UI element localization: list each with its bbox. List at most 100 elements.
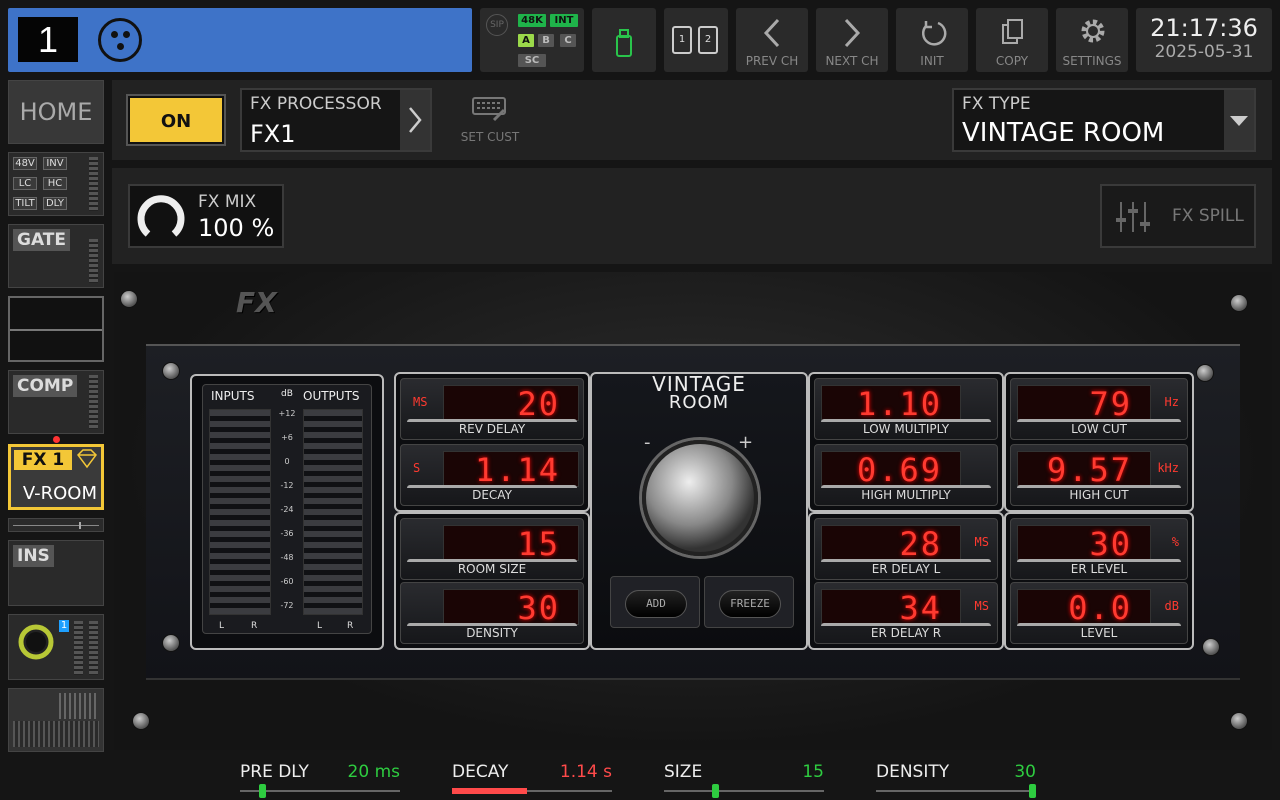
decay-slider-fill	[452, 788, 527, 794]
usb-icon	[616, 29, 632, 57]
low-cut-label: LOW CUT	[1017, 419, 1181, 436]
output-button[interactable]	[8, 688, 104, 752]
init-button[interactable]: INIT	[896, 8, 968, 72]
clock-date: 2025-05-31	[1154, 42, 1254, 62]
er-delay-l-control[interactable]: 28 MS ER DELAY L	[814, 518, 998, 580]
screw-icon	[132, 712, 150, 730]
output-l-label: L	[317, 621, 323, 631]
set-custom-button[interactable]: SET CUST	[456, 92, 524, 150]
knob-minus-label: -	[644, 432, 651, 453]
rev-delay-control[interactable]: 20 MS REV DELAY	[400, 378, 584, 440]
insert-label: INS	[13, 545, 54, 567]
screw-icon	[162, 362, 180, 380]
low-multiply-control[interactable]: 1.10 LOW MULTIPLY	[814, 378, 998, 440]
bus-meter-r	[89, 621, 98, 675]
meter-scale-tick: +12	[278, 409, 296, 418]
screw-icon	[1230, 712, 1248, 730]
eq-button[interactable]	[8, 296, 104, 362]
decay-value: 1.14	[443, 451, 579, 488]
main-knob[interactable]	[642, 440, 758, 556]
insert-button[interactable]: INS	[8, 540, 104, 606]
next-channel-label: NEXT CH	[825, 54, 879, 68]
copy-button[interactable]: COPY	[976, 8, 1048, 72]
density-label: DENSITY	[407, 623, 577, 640]
screw-icon	[162, 634, 180, 652]
send-level-slider[interactable]	[8, 518, 104, 532]
gate-meter	[89, 239, 98, 283]
meter-scale-tick: -72	[280, 601, 294, 610]
delay-tag: DLY	[43, 197, 67, 210]
er-delay-l-label: ER DELAY L	[821, 559, 991, 576]
fx-screen: 1 SIP 48K INT A B C SC 1 2 PREV CH NEXT …	[0, 0, 1280, 800]
fx1-button[interactable]: FX 1 V-ROOM	[8, 444, 104, 510]
high-cut-control[interactable]: 9.57 kHz HIGH CUT	[1010, 444, 1188, 506]
low-cut-control[interactable]: 79 Hz LOW CUT	[1010, 378, 1188, 440]
center-panel: VINTAGE ROOM - + ADD FREEZE	[590, 372, 808, 650]
sip-icon: SIP	[486, 14, 508, 36]
high-cut-label: HIGH CUT	[1017, 485, 1181, 502]
density-value: 30	[443, 589, 579, 626]
sd-card-1-icon: 1	[672, 26, 692, 54]
er-delay-r-value: 34	[821, 589, 961, 626]
usb-button[interactable]	[592, 8, 656, 72]
level-control[interactable]: 0.0 dB LEVEL	[1010, 582, 1188, 644]
comp-label: COMP	[13, 375, 78, 397]
gate-button[interactable]: GATE	[8, 224, 104, 288]
settings-button[interactable]: SETTINGS	[1056, 8, 1128, 72]
comp-meter	[89, 375, 98, 429]
meter-scale-tick: -24	[280, 505, 294, 514]
prev-channel-button[interactable]: PREV CH	[736, 8, 808, 72]
next-channel-button[interactable]: NEXT CH	[816, 8, 888, 72]
er-level-control[interactable]: 30% ER LEVEL	[1010, 518, 1188, 580]
gem-icon	[77, 449, 97, 469]
er-delay-r-control[interactable]: 34 MS ER DELAY R	[814, 582, 998, 644]
chevron-left-icon	[763, 18, 780, 48]
fx-processor-next-button[interactable]	[400, 90, 430, 150]
fx-on-button[interactable]: ON	[128, 96, 224, 144]
input-section-button[interactable]: 48V INV LC HC TILT DLY	[8, 152, 104, 216]
density-slider-thumb[interactable]	[1029, 784, 1036, 798]
size-slider[interactable]: SIZE 15	[664, 760, 824, 800]
add-button[interactable]: ADD	[610, 576, 700, 628]
low-cut-tag: LC	[13, 177, 37, 190]
freeze-button[interactable]: FREEZE	[704, 576, 794, 628]
low-multiply-value: 1.10	[821, 385, 961, 422]
clock-source-badge: INT	[550, 14, 578, 27]
clock-time: 21:17:36	[1150, 14, 1258, 42]
fx-type-selector[interactable]: FX TYPE VINTAGE ROOM	[952, 88, 1256, 152]
fx-mix-label: FX MIX	[198, 192, 257, 212]
sample-rate-badge: 48K	[518, 14, 546, 27]
copy-label: COPY	[995, 54, 1029, 68]
density-control[interactable]: 30 DENSITY	[400, 582, 584, 644]
room-size-control[interactable]: 15 ROOM SIZE	[400, 518, 584, 580]
decay-slider[interactable]: DECAY 1.14 s	[452, 760, 612, 800]
density-slider[interactable]: DENSITY 30	[876, 760, 1036, 800]
screw-icon	[1230, 294, 1248, 312]
density-slider-value: 30	[1014, 762, 1036, 782]
fx1-tag: FX 1	[14, 450, 72, 470]
high-multiply-control[interactable]: 0.69 HIGH MULTIPLY	[814, 444, 998, 506]
knob-plus-label: +	[738, 432, 754, 453]
decay-control[interactable]: 1.14 S DECAY	[400, 444, 584, 506]
db-label: dB	[281, 389, 293, 399]
fx-type-label: FX TYPE	[962, 94, 1031, 114]
fx-type-dropdown-button[interactable]	[1224, 90, 1254, 150]
level-value: 0.0	[1017, 589, 1151, 626]
effect-title-1: VINTAGE	[652, 372, 746, 396]
comp-button[interactable]: COMP	[8, 370, 104, 434]
fx-mix-control[interactable]: FX MIX 100 %	[128, 184, 284, 248]
room-size-label: ROOM SIZE	[407, 559, 577, 576]
fx-processor-selector[interactable]: FX PROCESSOR FX1	[240, 88, 432, 152]
size-slider-thumb[interactable]	[712, 784, 719, 798]
low-multiply-label: LOW MULTIPLY	[821, 419, 991, 436]
inputs-label: INPUTS	[211, 389, 255, 403]
pre-delay-slider[interactable]: PRE DLY 20 ms	[240, 760, 400, 800]
meter-scale-tick: 0	[284, 457, 290, 466]
home-button[interactable]: HOME	[8, 80, 104, 144]
fx-spill-button[interactable]: FX SPILL	[1100, 184, 1256, 248]
fx1-name: V-ROOM	[22, 483, 97, 504]
sd-cards-button[interactable]: 1 2	[664, 8, 728, 72]
bus-send-button[interactable]: 1	[8, 614, 104, 680]
pre-delay-slider-thumb[interactable]	[259, 784, 266, 798]
density-slider-label: DENSITY	[876, 762, 950, 782]
